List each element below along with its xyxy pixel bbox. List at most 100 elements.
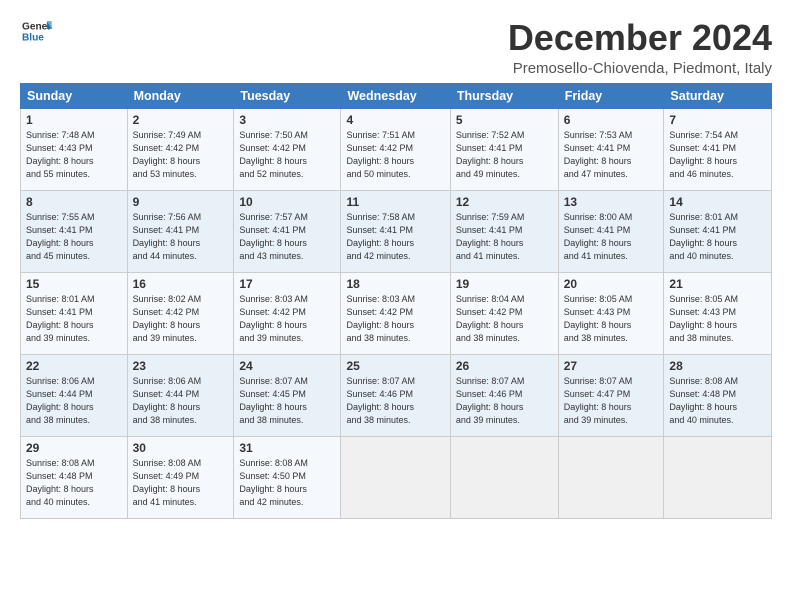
day-number: 24 [239,359,335,373]
calendar-header-friday: Friday [558,83,664,108]
calendar-day-cell: 23 Sunrise: 8:06 AM Sunset: 4:44 PM Dayli… [127,354,234,436]
calendar-day-cell [558,436,664,518]
calendar-day-cell: 27Sunrise: 8:07 AM Sunset: 4:47 PM Dayli… [558,354,664,436]
day-number: 16 [133,277,229,291]
calendar-day-cell: 30 Sunrise: 8:08 AM Sunset: 4:49 PM Dayli… [127,436,234,518]
calendar-day-cell: 14Sunrise: 8:01 AM Sunset: 4:41 PM Dayli… [664,190,772,272]
day-info: Sunrise: 8:06 AM Sunset: 4:44 PM Dayligh… [133,375,229,427]
day-number: 12 [456,195,553,209]
calendar-day-cell: 11 Sunrise: 7:58 AM Sunset: 4:41 PM Dayli… [341,190,450,272]
calendar-day-cell: 19Sunrise: 8:04 AM Sunset: 4:42 PM Dayli… [450,272,558,354]
calendar-day-cell: 3Sunrise: 7:50 AM Sunset: 4:42 PM Daylig… [234,108,341,190]
day-info: Sunrise: 7:50 AM Sunset: 4:42 PM Dayligh… [239,129,335,181]
calendar-day-cell: 18 Sunrise: 8:03 AM Sunset: 4:42 PM Dayli… [341,272,450,354]
day-info: Sunrise: 7:49 AM Sunset: 4:42 PM Dayligh… [133,129,229,181]
logo-icon: General Blue [20,18,52,46]
day-info: Sunrise: 8:08 AM Sunset: 4:48 PM Dayligh… [669,375,766,427]
day-info: Sunrise: 8:00 AM Sunset: 4:41 PM Dayligh… [564,211,659,263]
calendar-week-row: 1 Sunrise: 7:48 AM Sunset: 4:43 PM Daylig… [21,108,772,190]
day-number: 17 [239,277,335,291]
calendar-day-cell: 17 Sunrise: 8:03 AM Sunset: 4:42 PM Dayli… [234,272,341,354]
day-number: 11 [346,195,444,209]
day-info: Sunrise: 8:06 AM Sunset: 4:44 PM Dayligh… [26,375,122,427]
day-number: 30 [133,441,229,455]
calendar-header-monday: Monday [127,83,234,108]
calendar-day-cell: 10 Sunrise: 7:57 AM Sunset: 4:41 PM Dayli… [234,190,341,272]
calendar-day-cell: 24 Sunrise: 8:07 AM Sunset: 4:45 PM Dayli… [234,354,341,436]
day-number: 7 [669,113,766,127]
day-number: 15 [26,277,122,291]
day-info: Sunrise: 7:57 AM Sunset: 4:41 PM Dayligh… [239,211,335,263]
calendar-day-cell: 21 Sunrise: 8:05 AM Sunset: 4:43 PM Dayli… [664,272,772,354]
day-number: 27 [564,359,659,373]
day-info: Sunrise: 7:52 AM Sunset: 4:41 PM Dayligh… [456,129,553,181]
calendar-day-cell: 13 Sunrise: 8:00 AM Sunset: 4:41 PM Dayli… [558,190,664,272]
day-info: Sunrise: 8:07 AM Sunset: 4:46 PM Dayligh… [346,375,444,427]
calendar-day-cell: 22 Sunrise: 8:06 AM Sunset: 4:44 PM Dayli… [21,354,128,436]
day-info: Sunrise: 8:03 AM Sunset: 4:42 PM Dayligh… [239,293,335,345]
calendar-day-cell: 29Sunrise: 8:08 AM Sunset: 4:48 PM Dayli… [21,436,128,518]
day-info: Sunrise: 7:58 AM Sunset: 4:41 PM Dayligh… [346,211,444,263]
day-info: Sunrise: 7:48 AM Sunset: 4:43 PM Dayligh… [26,129,122,181]
day-info: Sunrise: 8:02 AM Sunset: 4:42 PM Dayligh… [133,293,229,345]
calendar-day-cell: 4Sunrise: 7:51 AM Sunset: 4:42 PM Daylig… [341,108,450,190]
calendar-week-row: 29Sunrise: 8:08 AM Sunset: 4:48 PM Dayli… [21,436,772,518]
title-block: December 2024 Premosello-Chiovenda, Pied… [508,18,772,77]
day-info: Sunrise: 8:05 AM Sunset: 4:43 PM Dayligh… [669,293,766,345]
calendar-header-tuesday: Tuesday [234,83,341,108]
calendar-header-sunday: Sunday [21,83,128,108]
day-info: Sunrise: 7:51 AM Sunset: 4:42 PM Dayligh… [346,129,444,181]
day-number: 10 [239,195,335,209]
calendar-body: 1 Sunrise: 7:48 AM Sunset: 4:43 PM Daylig… [21,108,772,518]
day-number: 5 [456,113,553,127]
page: General Blue December 2024 Premosello-Ch… [0,0,792,529]
day-number: 21 [669,277,766,291]
day-number: 9 [133,195,229,209]
day-number: 22 [26,359,122,373]
day-number: 1 [26,113,122,127]
day-info: Sunrise: 8:08 AM Sunset: 4:50 PM Dayligh… [239,457,335,509]
day-number: 18 [346,277,444,291]
month-title: December 2024 [508,18,772,58]
calendar-week-row: 8Sunrise: 7:55 AM Sunset: 4:41 PM Daylig… [21,190,772,272]
day-number: 25 [346,359,444,373]
calendar-day-cell [341,436,450,518]
calendar-week-row: 22 Sunrise: 8:06 AM Sunset: 4:44 PM Dayli… [21,354,772,436]
day-number: 26 [456,359,553,373]
day-info: Sunrise: 8:08 AM Sunset: 4:48 PM Dayligh… [26,457,122,509]
day-number: 31 [239,441,335,455]
calendar-day-cell: 16 Sunrise: 8:02 AM Sunset: 4:42 PM Dayli… [127,272,234,354]
calendar-day-cell: 7Sunrise: 7:54 AM Sunset: 4:41 PM Daylig… [664,108,772,190]
day-number: 28 [669,359,766,373]
calendar-day-cell: 12 Sunrise: 7:59 AM Sunset: 4:41 PM Dayli… [450,190,558,272]
location-subtitle: Premosello-Chiovenda, Piedmont, Italy [508,60,772,77]
day-number: 20 [564,277,659,291]
day-number: 14 [669,195,766,209]
calendar-day-cell: 28 Sunrise: 8:08 AM Sunset: 4:48 PM Dayli… [664,354,772,436]
day-info: Sunrise: 8:07 AM Sunset: 4:45 PM Dayligh… [239,375,335,427]
calendar-week-row: 15 Sunrise: 8:01 AM Sunset: 4:41 PM Dayli… [21,272,772,354]
day-number: 23 [133,359,229,373]
day-number: 2 [133,113,229,127]
calendar-header-wednesday: Wednesday [341,83,450,108]
day-info: Sunrise: 7:53 AM Sunset: 4:41 PM Dayligh… [564,129,659,181]
calendar-day-cell: 1 Sunrise: 7:48 AM Sunset: 4:43 PM Daylig… [21,108,128,190]
logo: General Blue [20,18,52,46]
day-number: 13 [564,195,659,209]
day-number: 6 [564,113,659,127]
calendar-day-cell: 26 Sunrise: 8:07 AM Sunset: 4:46 PM Dayli… [450,354,558,436]
day-info: Sunrise: 8:03 AM Sunset: 4:42 PM Dayligh… [346,293,444,345]
day-info: Sunrise: 8:01 AM Sunset: 4:41 PM Dayligh… [26,293,122,345]
day-info: Sunrise: 7:59 AM Sunset: 4:41 PM Dayligh… [456,211,553,263]
day-info: Sunrise: 8:07 AM Sunset: 4:46 PM Dayligh… [456,375,553,427]
calendar-day-cell [664,436,772,518]
day-info: Sunrise: 8:08 AM Sunset: 4:49 PM Dayligh… [133,457,229,509]
calendar-header-saturday: Saturday [664,83,772,108]
svg-text:Blue: Blue [22,33,44,44]
calendar-header-row: SundayMondayTuesdayWednesdayThursdayFrid… [21,83,772,108]
day-info: Sunrise: 8:05 AM Sunset: 4:43 PM Dayligh… [564,293,659,345]
calendar-day-cell: 5 Sunrise: 7:52 AM Sunset: 4:41 PM Daylig… [450,108,558,190]
calendar-day-cell: 2 Sunrise: 7:49 AM Sunset: 4:42 PM Daylig… [127,108,234,190]
calendar-day-cell: 9Sunrise: 7:56 AM Sunset: 4:41 PM Daylig… [127,190,234,272]
calendar-day-cell [450,436,558,518]
